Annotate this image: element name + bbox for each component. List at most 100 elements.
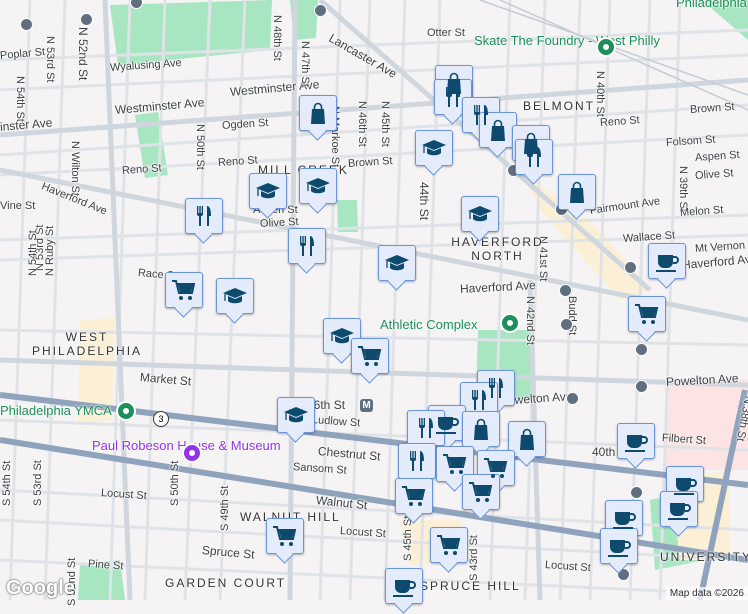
bus-stop-icon[interactable] — [314, 4, 327, 17]
restaurant-marker[interactable] — [515, 139, 553, 175]
grocery-icon — [443, 454, 467, 474]
school-marker[interactable] — [249, 173, 287, 209]
bus-stop-icon[interactable] — [560, 318, 573, 331]
school-icon — [284, 407, 308, 423]
neighborhood-label: GARDEN COURT — [165, 576, 287, 590]
bus-stop-icon[interactable] — [566, 392, 579, 405]
street-label: S 54th St — [1, 460, 13, 506]
school-marker[interactable] — [378, 245, 416, 281]
restaurant-icon — [300, 236, 314, 256]
school-marker[interactable] — [277, 397, 315, 433]
neighborhood-label: HAVERFORD NORTH — [451, 235, 544, 263]
grocery-icon — [358, 346, 382, 366]
grocery-marker[interactable] — [462, 474, 500, 510]
street-label: S 43rd St — [468, 535, 480, 581]
shopping-marker[interactable] — [508, 421, 546, 457]
school-marker[interactable] — [216, 278, 254, 314]
street-label: S 53rd St — [32, 460, 44, 506]
bus-stop-icon[interactable] — [80, 13, 93, 26]
map-attribution[interactable]: Map data ©2026 — [665, 587, 748, 600]
shopping-icon — [311, 102, 325, 124]
restaurant-marker[interactable] — [288, 228, 326, 264]
cafe-marker[interactable] — [600, 528, 638, 564]
cafe-marker[interactable] — [385, 568, 423, 604]
school-icon — [385, 255, 409, 271]
grocery-marker[interactable] — [395, 478, 433, 514]
cafe-icon — [656, 255, 679, 272]
school-icon — [306, 178, 330, 194]
school-icon — [330, 328, 354, 344]
grocery-marker[interactable] — [266, 518, 304, 554]
neighborhood-label: BELMONT — [523, 99, 596, 113]
cafe-icon — [625, 435, 648, 452]
shopping-icon — [474, 418, 488, 440]
school-icon — [422, 140, 446, 156]
grocery-marker[interactable] — [430, 527, 468, 563]
bus-stop-icon[interactable] — [635, 343, 648, 356]
street-label: Pine St — [87, 558, 124, 573]
bus-stop-icon[interactable] — [630, 486, 643, 499]
street-label: 44th St — [417, 182, 431, 221]
cafe-icon — [608, 540, 631, 557]
grocery-icon — [402, 486, 426, 506]
shopping-marker[interactable] — [479, 112, 517, 148]
cafe-icon — [393, 580, 416, 597]
shopping-marker[interactable] — [299, 95, 337, 131]
shopping-icon — [491, 119, 505, 141]
cafe-icon — [668, 503, 691, 520]
restaurant-marker[interactable] — [460, 382, 498, 418]
bus-stop-icon[interactable] — [624, 261, 637, 274]
cafe-marker[interactable] — [617, 423, 655, 459]
grocery-marker[interactable] — [165, 272, 203, 308]
grocery-icon — [469, 482, 493, 502]
street-label: Otter St — [427, 27, 465, 39]
street-label: N 52nd St — [76, 27, 90, 81]
neighborhood-label: WEST PHILADELPHIA — [32, 330, 143, 358]
grocery-marker[interactable] — [628, 296, 666, 332]
bus-stop-icon[interactable] — [635, 380, 648, 393]
grocery-marker[interactable] — [436, 446, 474, 482]
street-label: S 49th St — [219, 485, 231, 531]
street-label: N 46th St — [356, 101, 368, 147]
street-label: N 45th St — [379, 101, 391, 147]
street-label: N 47th St — [299, 41, 311, 87]
restaurant-marker[interactable] — [407, 410, 445, 446]
poi-ymca-label[interactable]: Philadelphia YMCA — [0, 404, 112, 418]
map-pin-icon[interactable] — [500, 313, 520, 333]
grocery-icon — [172, 280, 196, 300]
grocery-marker[interactable] — [351, 338, 389, 374]
school-marker[interactable] — [415, 130, 453, 166]
metro-station-icon[interactable]: M — [360, 399, 373, 412]
map-pin-icon[interactable] — [596, 37, 616, 57]
shopping-marker[interactable] — [558, 174, 596, 210]
school-marker[interactable] — [299, 168, 337, 204]
school-marker[interactable] — [461, 196, 499, 232]
poi-athletic-label[interactable]: Athletic Complex — [380, 318, 478, 332]
cafe-marker[interactable] — [660, 491, 698, 527]
street-label: N 48th St — [271, 15, 283, 61]
street-label: N 54th St — [27, 230, 39, 276]
street-label: N 40th St — [594, 71, 606, 117]
museum-icon[interactable] — [182, 443, 202, 463]
restaurant-marker[interactable] — [398, 443, 436, 479]
cafe-marker[interactable] — [605, 500, 643, 536]
restaurant-marker[interactable] — [185, 198, 223, 234]
shopping-marker[interactable] — [462, 411, 500, 447]
street-label: N 50th St — [194, 124, 206, 170]
map-pin-icon[interactable] — [116, 401, 136, 421]
restaurant-icon — [410, 451, 424, 471]
poi-skate-label[interactable]: Skate The Foundry - West Philly — [474, 34, 660, 48]
google-logo[interactable]: Google — [6, 577, 75, 600]
cafe-marker[interactable] — [648, 243, 686, 279]
school-icon — [468, 206, 492, 222]
street-label: N 53rd St — [44, 36, 56, 83]
school-icon — [223, 288, 247, 304]
grocery-icon — [273, 526, 297, 546]
bus-stop-icon[interactable] — [20, 18, 33, 31]
bus-stop-icon[interactable] — [559, 284, 572, 297]
cafe-icon — [613, 512, 636, 529]
street-label: N Wilton St — [69, 141, 81, 197]
street-label: S 50th St — [169, 460, 181, 506]
shopping-icon — [570, 181, 584, 203]
school-icon — [256, 183, 280, 199]
